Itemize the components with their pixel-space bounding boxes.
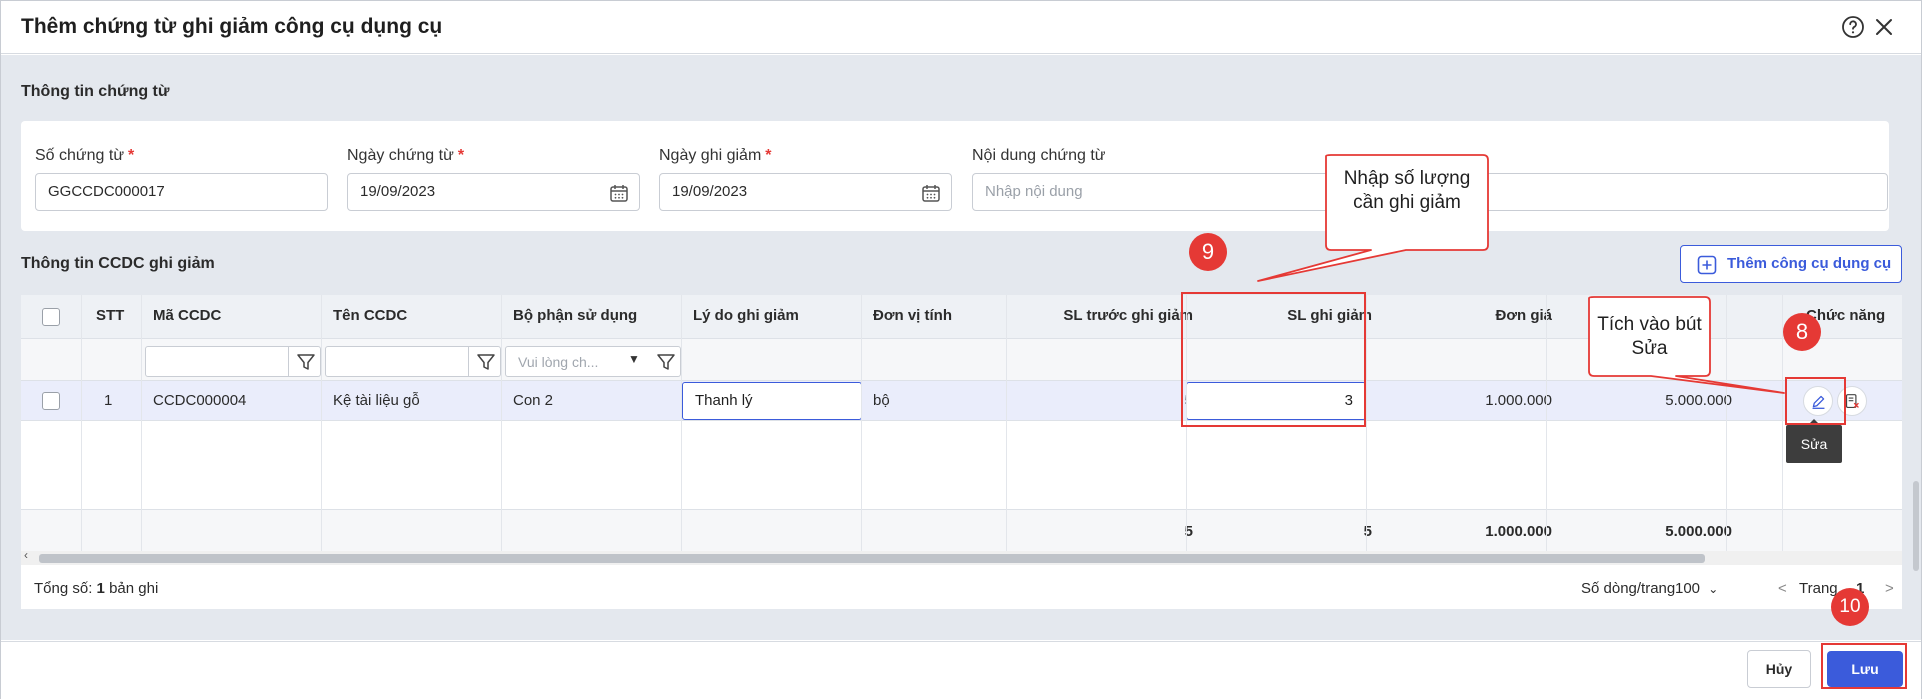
chevron-down-icon: ⌄ bbox=[1708, 582, 1719, 596]
row-checkbox[interactable] bbox=[42, 392, 60, 410]
caret-down-icon: ▼ bbox=[628, 352, 640, 366]
tools-info-section-title: Thông tin CCDC ghi giảm bbox=[21, 255, 215, 272]
highlight-edit-button bbox=[1785, 377, 1846, 425]
voucher-date-label: Ngày chứng từ * bbox=[347, 147, 465, 164]
description-label: Nội dung chứng từ bbox=[972, 147, 1106, 164]
filter-icon[interactable] bbox=[654, 350, 678, 374]
plus-square-icon bbox=[1697, 255, 1717, 275]
col-code: Mã CCDC bbox=[153, 307, 222, 324]
step-8-marker: 8 bbox=[1783, 313, 1821, 351]
col-unit-price: Đơn giá bbox=[1495, 307, 1553, 324]
add-tool-button[interactable]: Thêm công cụ dụng cụ bbox=[1680, 245, 1902, 283]
cell-stt: 1 bbox=[104, 392, 113, 409]
filter-icon[interactable] bbox=[474, 350, 498, 374]
col-unit: Đơn vị tính bbox=[873, 307, 952, 324]
cell-code: CCDC000004 bbox=[153, 392, 247, 409]
callout-enter-quantity: Nhập số lượng cần ghi giảm bbox=[1343, 168, 1471, 213]
calendar-icon[interactable] bbox=[921, 183, 941, 203]
table-row[interactable]: 1 CCDC000004 Kệ tài liệu gỗ Con 2 Thanh … bbox=[21, 381, 1902, 421]
cell-department: Con 2 bbox=[513, 392, 554, 409]
cancel-button[interactable]: Hủy bbox=[1747, 650, 1811, 688]
total-unit-price: 1.000.000 bbox=[1485, 523, 1552, 540]
grid-total-row: 5 5 1.000.000 5.000.000 bbox=[21, 509, 1902, 551]
voucher-info-section-title: Thông tin chứng từ bbox=[21, 83, 170, 100]
delete-doc-icon bbox=[1845, 394, 1859, 409]
col-stt: STT bbox=[96, 307, 125, 324]
dialog-footer bbox=[1, 641, 1921, 699]
voucher-info-card: Số chứng từ * GGCCDC000017 Ngày chứng từ *… bbox=[21, 121, 1889, 231]
department-filter-select[interactable]: Vui lòng ch... ▼ bbox=[505, 346, 681, 377]
dialog-title: Thêm chứng từ ghi giảm công cụ dụng cụ bbox=[21, 15, 443, 38]
required-mark: * bbox=[128, 147, 135, 164]
name-filter-input[interactable] bbox=[325, 346, 501, 377]
col-qty-before: SL trước ghi giảm bbox=[1063, 307, 1193, 324]
filter-icon[interactable] bbox=[294, 350, 318, 374]
voucher-no-label: Số chứng từ * bbox=[35, 147, 135, 164]
reduce-date-label: Ngày ghi giảm * bbox=[659, 147, 772, 164]
highlight-qty-reduce bbox=[1181, 292, 1366, 427]
prev-page-button[interactable]: < bbox=[1778, 580, 1787, 597]
question-circle-icon[interactable] bbox=[1841, 15, 1865, 39]
add-reduce-voucher-dialog: Thêm chứng từ ghi giảm công cụ dụng cụ T… bbox=[0, 0, 1922, 699]
vertical-scrollbar[interactable] bbox=[1913, 481, 1919, 571]
cell-unit-price: 1.000.000 bbox=[1485, 392, 1552, 409]
voucher-date-input[interactable]: 19/09/2023 bbox=[347, 173, 640, 211]
required-mark: * bbox=[457, 147, 465, 164]
select-all-checkbox[interactable] bbox=[42, 308, 60, 326]
step-10-marker: 10 bbox=[1831, 588, 1869, 626]
edit-tooltip: Sửa bbox=[1786, 425, 1842, 463]
total-records: Tổng số: 1 bản ghi bbox=[34, 580, 159, 597]
reason-input[interactable]: Thanh lý bbox=[682, 382, 862, 420]
cell-unit: bộ bbox=[873, 392, 890, 409]
voucher-no-input[interactable]: GGCCDC000017 bbox=[35, 173, 328, 211]
step-9-marker: 9 bbox=[1189, 233, 1227, 271]
cell-amount: 5.000.000 bbox=[1665, 392, 1732, 409]
calendar-icon[interactable] bbox=[609, 183, 629, 203]
page-label: Trang bbox=[1799, 580, 1838, 597]
total-qty-reduce: 5 bbox=[1363, 523, 1372, 540]
rows-per-page-select[interactable]: 100 ⌄ bbox=[1669, 575, 1723, 603]
reduce-date-input[interactable]: 19/09/2023 bbox=[659, 173, 952, 211]
total-amount: 5.000.000 bbox=[1665, 523, 1732, 540]
col-department: Bộ phận sử dụng bbox=[513, 307, 638, 324]
chevron-left-icon[interactable]: ‹ bbox=[24, 548, 28, 562]
callout-click-edit: Tích vào bút Sửa bbox=[1597, 314, 1702, 359]
required-mark: * bbox=[765, 147, 772, 164]
col-name: Tên CCDC bbox=[333, 307, 408, 324]
next-page-button[interactable]: > bbox=[1885, 580, 1894, 597]
scrollbar-thumb[interactable] bbox=[39, 554, 1705, 563]
dialog-header: Thêm chứng từ ghi giảm công cụ dụng cụ bbox=[1, 1, 1921, 54]
close-icon[interactable] bbox=[1872, 15, 1896, 39]
col-reason: Lý do ghi giảm bbox=[693, 307, 799, 324]
highlight-save-button bbox=[1821, 643, 1907, 689]
cell-name: Kệ tài liệu gỗ bbox=[333, 392, 420, 409]
horizontal-scrollbar[interactable]: ‹ bbox=[21, 548, 1902, 565]
code-filter-input[interactable] bbox=[145, 346, 321, 377]
rows-per-page-label: Số dòng/trang bbox=[1581, 580, 1676, 597]
